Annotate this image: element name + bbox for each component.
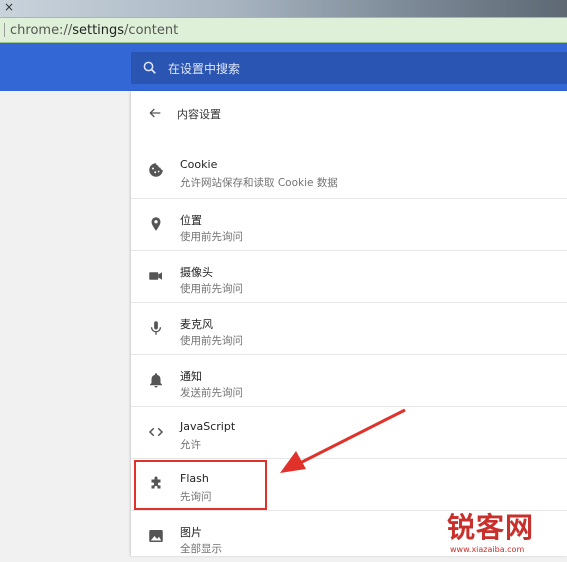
image-icon [149, 530, 163, 542]
bell-icon [150, 373, 162, 388]
row-subtitle: 使用前先询问 [180, 335, 243, 347]
row-title: 位置 [180, 214, 202, 227]
cookie-icon [149, 163, 163, 177]
row-cookie[interactable]: Cookie 允许网站保存和读取 Cookie 数据 [131, 145, 567, 197]
camera-icon [149, 272, 162, 280]
close-icon[interactable]: × [4, 0, 14, 14]
microphone-icon [150, 321, 162, 335]
location-pin-icon [151, 217, 161, 231]
annotation-highlight-box [134, 460, 267, 510]
url-prefix: chrome:// [10, 23, 73, 38]
search-placeholder: 在设置中搜索 [168, 62, 241, 76]
row-subtitle: 发送前先询问 [180, 387, 243, 399]
row-camera[interactable]: 摄像头 使用前先询问 [131, 250, 567, 302]
annotation-arrow [280, 408, 406, 473]
row-subtitle: 允许网站保存和读取 Cookie 数据 [180, 177, 338, 189]
window-top-strip: × [0, 0, 567, 17]
row-subtitle: 使用前先询问 [180, 283, 243, 295]
address-bar-divider [4, 23, 5, 37]
url-host: settings [72, 23, 125, 38]
watermark-logo: 锐客网 [447, 511, 535, 544]
row-subtitle: 允许 [180, 439, 201, 451]
row-subtitle: 全部显示 [180, 543, 222, 555]
page-title: 内容设置 [177, 108, 221, 121]
row-title: 图片 [180, 526, 202, 539]
row-title: Cookie [180, 158, 218, 171]
url-path: /content [124, 23, 179, 38]
row-microphone[interactable]: 麦克风 使用前先询问 [131, 302, 567, 354]
row-title: 摄像头 [180, 266, 213, 279]
address-url[interactable]: chrome://settings/content [10, 23, 178, 38]
row-title: 麦克风 [180, 318, 213, 331]
row-location[interactable]: 位置 使用前先询问 [131, 198, 567, 250]
code-icon [148, 427, 164, 437]
search-icon [143, 61, 156, 74]
row-title: 通知 [180, 370, 202, 383]
row-subtitle: 使用前先询问 [180, 231, 243, 243]
search-input[interactable]: 在设置中搜索 [131, 52, 567, 84]
address-bar[interactable]: chrome://settings/content [0, 17, 567, 43]
row-title: JavaScript [180, 420, 236, 433]
arrow-left-icon[interactable] [147, 105, 163, 121]
watermark-url: www.xiazaiba.com [450, 545, 525, 554]
row-notifications[interactable]: 通知 发送前先询问 [131, 354, 567, 406]
